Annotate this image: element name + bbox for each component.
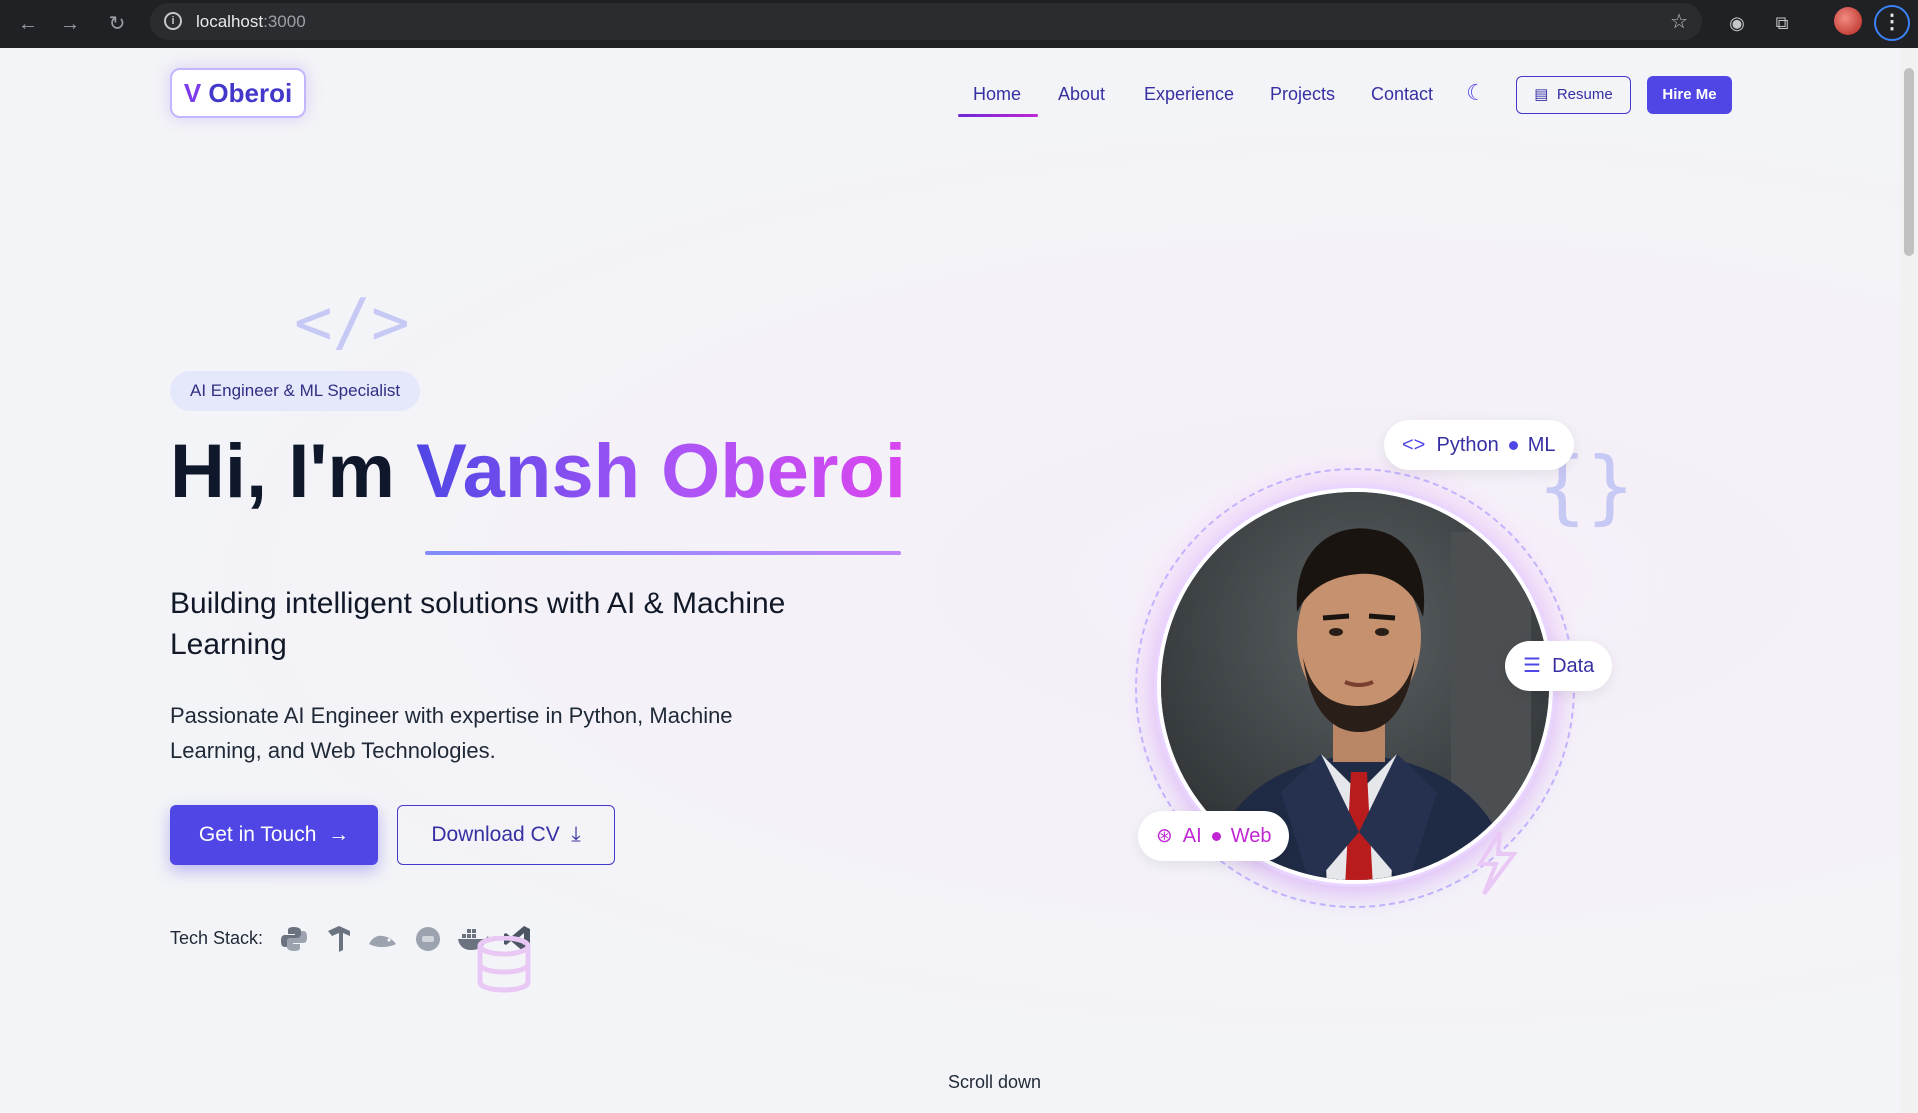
hero-description: Passionate AI Engineer with expertise in…	[170, 703, 733, 763]
chip-python-label: Python	[1436, 434, 1499, 456]
puzzle-icon[interactable]: ⧉	[1767, 8, 1797, 38]
kebab-menu-icon[interactable]: ⋮	[1874, 5, 1910, 41]
extension-icon[interactable]: ◉	[1722, 8, 1752, 38]
portfolio-page: V Oberoi Home About Experience Projects …	[0, 48, 1900, 1113]
page-scrollbar[interactable]	[1900, 48, 1918, 1113]
theme-toggle-moon-icon[interactable]: ☾	[1464, 81, 1488, 105]
site-logo[interactable]: V Oberoi	[170, 68, 306, 118]
hero-title: Hi, I'm Vansh Oberoi	[170, 428, 906, 515]
nav-experience[interactable]: Experience	[1144, 84, 1234, 105]
nav-contact[interactable]: Contact	[1371, 84, 1433, 105]
hero-title-prefix: Hi, I'm	[170, 429, 395, 514]
chip-ml-label: ML	[1527, 434, 1556, 456]
database-icon	[412, 924, 444, 956]
arrow-right-icon: →	[322, 823, 350, 846]
forward-arrow-icon[interactable]: →	[54, 8, 86, 40]
python-icon	[278, 924, 310, 956]
download-icon: ⤓	[565, 823, 581, 846]
role-badge: AI Engineer & ML Specialist	[170, 371, 421, 411]
url-host: localhost	[196, 12, 264, 31]
nav-active-indicator	[958, 114, 1038, 117]
chip-ai-web: ⊛ AI Web	[1138, 811, 1290, 861]
nav-about[interactable]: About	[1058, 84, 1105, 105]
scrollbar-thumb[interactable]	[1904, 68, 1914, 256]
code-brackets-icon: </>	[294, 286, 410, 360]
database-deco-icon	[477, 936, 531, 993]
scroll-down-label[interactable]: Scroll down	[948, 1072, 1041, 1093]
url-port: :3000	[263, 12, 306, 31]
chip-python-ml: <> Python ML	[1384, 420, 1574, 470]
name-underline	[425, 551, 901, 555]
mysql-icon	[367, 924, 399, 956]
url-text[interactable]: localhost:3000	[196, 12, 306, 32]
reload-icon[interactable]: ↻	[101, 8, 133, 40]
chip-web-label: Web	[1230, 825, 1272, 847]
hero-title-name: Vansh Oberoi	[416, 429, 907, 514]
database-icon: ☰	[1523, 655, 1541, 677]
bookmark-star-icon[interactable]: ☆	[1670, 9, 1688, 34]
profile-avatar[interactable]	[1834, 7, 1862, 35]
chip-data-label: Data	[1552, 655, 1595, 677]
dot-icon	[1508, 441, 1518, 451]
site-info-icon[interactable]: i	[164, 12, 182, 30]
download-cv-label: Download CV	[431, 823, 560, 846]
tensorflow-icon	[323, 924, 355, 956]
code-icon: <>	[1402, 434, 1426, 456]
get-in-touch-label: Get in Touch	[198, 823, 317, 846]
dot-icon	[1211, 832, 1221, 842]
address-bar[interactable]: i localhost:3000 ☆	[150, 3, 1702, 40]
chip-data: ☰ Data	[1505, 641, 1613, 691]
download-cv-button[interactable]: Download CV ⤓	[397, 805, 615, 865]
browser-toolbar: ← → ↻ i localhost:3000 ☆ ◉ ⧉ ⋮	[0, 0, 1918, 48]
logo-name: Oberoi	[208, 78, 293, 108]
arrow-down-icon[interactable]: ↓	[985, 1108, 996, 1113]
document-icon: ▤	[1534, 86, 1549, 103]
hire-me-button[interactable]: Hire Me	[1647, 76, 1732, 114]
brain-icon: ⊛	[1156, 825, 1173, 847]
nav-home[interactable]: Home	[973, 84, 1021, 105]
resume-label: Resume	[1556, 86, 1613, 103]
back-arrow-icon[interactable]: ←	[12, 8, 44, 40]
logo-letter: V	[183, 78, 202, 108]
hero-subtitle: Building intelligent solutions with AI &…	[170, 587, 786, 661]
nav-projects[interactable]: Projects	[1270, 84, 1335, 105]
tech-stack-label: Tech Stack:	[170, 928, 264, 948]
lightning-deco-icon	[1476, 830, 1518, 896]
chip-ai-label: AI	[1182, 825, 1202, 847]
resume-button[interactable]: ▤ Resume	[1516, 76, 1631, 114]
get-in-touch-button[interactable]: Get in Touch →	[170, 805, 378, 865]
